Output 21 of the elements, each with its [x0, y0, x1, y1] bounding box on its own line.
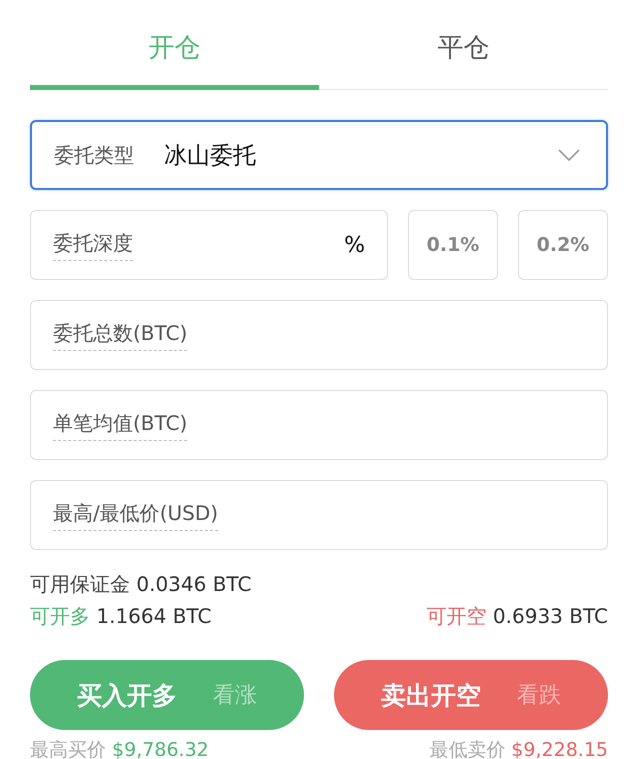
input-field[interactable]: 单笔均值(BTC) [30, 390, 608, 460]
unit-label: % [344, 232, 365, 258]
tab[interactable]: 平仓 [319, 20, 608, 90]
price-text: 最高买价 $9,786.32 [30, 738, 209, 759]
select-value: 冰山委托 [164, 142, 257, 170]
preset-button[interactable]: 0.2% [518, 210, 608, 280]
info-text: 可用保证金 0.0346 BTC [30, 570, 252, 598]
field-label: 委托类型 [54, 142, 134, 168]
field-label: 委托总数(BTC) [53, 320, 188, 350]
input-field[interactable]: 最高/最低价(USD) [30, 480, 608, 550]
field-label: 委托深度 [53, 230, 133, 260]
field-label: 单笔均值(BTC) [53, 410, 188, 440]
input-field[interactable]: 委托总数(BTC) [30, 300, 608, 370]
info-text: 可开空 0.6933 BTC [426, 602, 608, 630]
order-type-select[interactable]: 委托类型 冰山委托 [30, 120, 608, 190]
field-label: 最高/最低价(USD) [53, 500, 218, 530]
price-text: 最低卖价 $9,228.15 [429, 738, 608, 759]
depth-field[interactable]: 委托深度 % [30, 210, 388, 280]
chevron-down-icon [558, 149, 580, 161]
info-text: 可开多 1.1664 BTC [30, 602, 212, 630]
preset-button[interactable]: 0.1% [408, 210, 498, 280]
